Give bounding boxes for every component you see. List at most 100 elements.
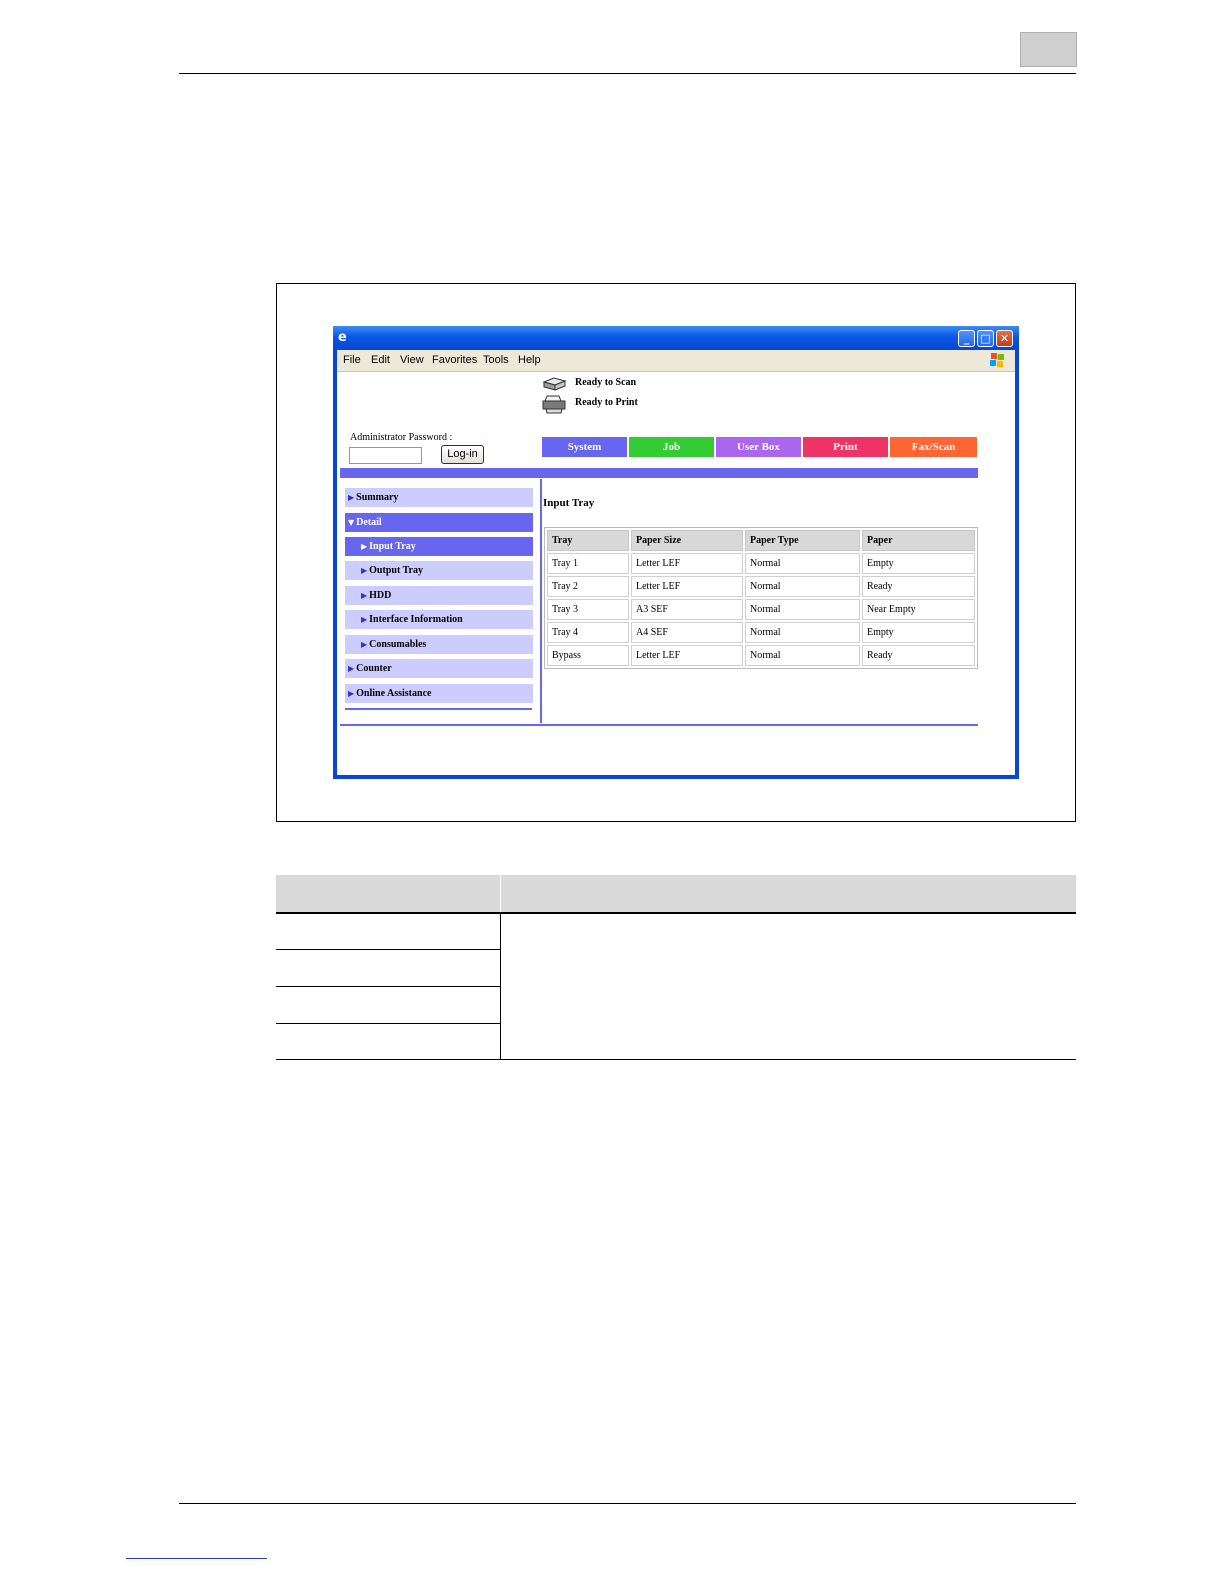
- tab-print[interactable]: Print: [803, 437, 888, 457]
- maximize-button[interactable]: □: [977, 330, 994, 347]
- footer-rule: [179, 1503, 1076, 1504]
- menu-tools[interactable]: Tools: [483, 354, 509, 366]
- sidebar-item-counter[interactable]: ▶ Counter: [345, 659, 533, 678]
- table-cell: Letter LEF: [631, 645, 743, 666]
- input-tray-table: Tray Paper Size Paper Type Paper Tray 1 …: [544, 527, 978, 669]
- arrow-down-icon: ▼: [348, 518, 355, 527]
- table-cell: Normal: [745, 576, 860, 597]
- column-header-tray: Tray: [547, 530, 629, 551]
- chapter-tab: [1020, 32, 1077, 67]
- table-row: Tray 1 Letter LEF Normal Empty: [547, 553, 975, 574]
- doc-table-bottom-rule: [276, 1059, 1076, 1060]
- arrow-right-icon: ▶: [348, 689, 355, 698]
- table-cell: Normal: [745, 622, 860, 643]
- browser-window: e _ □ ✕ File Edit View Favorites Tools H…: [333, 326, 1019, 779]
- scan-status-text: Ready to Scan: [575, 377, 637, 388]
- sidebar-item-label: HDD: [369, 590, 392, 601]
- arrow-right-icon: ▶: [361, 542, 368, 551]
- doc-table-row-rule: [276, 1023, 500, 1024]
- page-title: Input Tray: [543, 497, 595, 509]
- arrow-right-icon: ▶: [348, 664, 355, 673]
- sidebar-item-detail[interactable]: ▼ Detail: [345, 513, 533, 532]
- arrow-right-icon: ▶: [361, 640, 368, 649]
- sidebar-bottom-rule: [345, 708, 532, 710]
- table-cell: Letter LEF: [631, 553, 743, 574]
- tab-fax-scan[interactable]: Fax/Scan: [890, 437, 977, 457]
- table-cell: Bypass: [547, 645, 629, 666]
- sidebar-item-label: Consumables: [369, 639, 427, 650]
- windows-logo-icon: [990, 353, 1004, 367]
- sidebar-item-label: Input Tray: [369, 541, 416, 552]
- scanner-icon: [542, 377, 567, 391]
- minimize-button[interactable]: _: [958, 330, 975, 347]
- login-button[interactable]: Log-in: [441, 445, 484, 464]
- table-cell: Empty: [862, 622, 975, 643]
- admin-password-label: Administrator Password :: [350, 432, 453, 443]
- menu-view[interactable]: View: [400, 354, 424, 366]
- sidebar-item-label: Summary: [356, 492, 399, 503]
- column-header-paper-type: Paper Type: [745, 530, 860, 551]
- close-button[interactable]: ✕: [996, 330, 1013, 347]
- table-row: Tray 3 A3 SEF Normal Near Empty: [547, 599, 975, 620]
- menu-file[interactable]: File: [343, 354, 361, 366]
- sidebar-item-label: Counter: [356, 663, 392, 674]
- page-content: Ready to Scan Ready to Print Administrat…: [337, 372, 1015, 775]
- table-cell: Tray 2: [547, 576, 629, 597]
- table-cell: Ready: [862, 576, 975, 597]
- header-bar: [340, 468, 978, 478]
- printer-icon: [542, 395, 566, 414]
- table-cell: Near Empty: [862, 599, 975, 620]
- sidebar-item-input-tray[interactable]: ▶ Input Tray: [345, 537, 533, 556]
- column-header-paper: Paper: [862, 530, 975, 551]
- sidebar-item-label: Output Tray: [369, 565, 423, 576]
- sidebar-item-output-tray[interactable]: ▶ Output Tray: [345, 561, 533, 580]
- sidebar-item-online-assistance[interactable]: ▶ Online Assistance: [345, 684, 533, 703]
- doc-table-header-rule: [276, 912, 1076, 914]
- sidebar-divider: [540, 479, 542, 723]
- ie-icon: e: [338, 330, 347, 345]
- table-cell: Normal: [745, 553, 860, 574]
- sidebar-item-consumables[interactable]: ▶ Consumables: [345, 635, 533, 654]
- table-cell: Empty: [862, 553, 975, 574]
- menu-help[interactable]: Help: [518, 354, 541, 366]
- table-cell: Ready: [862, 645, 975, 666]
- arrow-right-icon: ▶: [348, 493, 355, 502]
- sidebar-item-summary[interactable]: ▶ Summary: [345, 488, 533, 507]
- doc-table-row-rule: [276, 949, 500, 950]
- table-cell: Tray 3: [547, 599, 629, 620]
- table-header-row: Tray Paper Size Paper Type Paper: [547, 530, 975, 551]
- header-rule: [179, 73, 1076, 74]
- menu-edit[interactable]: Edit: [371, 354, 390, 366]
- table-cell: Tray 4: [547, 622, 629, 643]
- table-cell: Normal: [745, 599, 860, 620]
- table-cell: Tray 1: [547, 553, 629, 574]
- doc-table-row-rule: [276, 986, 500, 987]
- doc-table-column-divider: [500, 912, 501, 1060]
- tab-system[interactable]: System: [542, 437, 627, 457]
- table-cell: A4 SEF: [631, 622, 743, 643]
- doc-table-header: [276, 875, 1076, 912]
- footer-link-underline[interactable]: [126, 1558, 267, 1559]
- table-row: Tray 2 Letter LEF Normal Ready: [547, 576, 975, 597]
- menu-favorites[interactable]: Favorites: [432, 354, 477, 366]
- arrow-right-icon: ▶: [361, 566, 368, 575]
- table-row: Tray 4 A4 SEF Normal Empty: [547, 622, 975, 643]
- sidebar-item-interface-information[interactable]: ▶ Interface Information: [345, 610, 533, 629]
- tab-job[interactable]: Job: [629, 437, 714, 457]
- tab-user-box[interactable]: User Box: [716, 437, 801, 457]
- table-cell: Letter LEF: [631, 576, 743, 597]
- sidebar-item-label: Detail: [356, 517, 382, 528]
- sidebar-item-label: Online Assistance: [356, 688, 432, 699]
- arrow-right-icon: ▶: [361, 615, 368, 624]
- column-header-paper-size: Paper Size: [631, 530, 743, 551]
- sidebar-item-hdd[interactable]: ▶ HDD: [345, 586, 533, 605]
- table-cell: A3 SEF: [631, 599, 743, 620]
- content-bottom-rule: [340, 724, 978, 726]
- table-cell: Normal: [745, 645, 860, 666]
- admin-password-input[interactable]: [349, 447, 422, 464]
- doc-table-header-divider: [500, 875, 501, 912]
- title-bar[interactable]: e _ □ ✕: [333, 326, 1019, 350]
- sidebar-item-label: Interface Information: [369, 614, 463, 625]
- arrow-right-icon: ▶: [361, 591, 368, 600]
- menu-bar: File Edit View Favorites Tools Help: [337, 350, 1015, 372]
